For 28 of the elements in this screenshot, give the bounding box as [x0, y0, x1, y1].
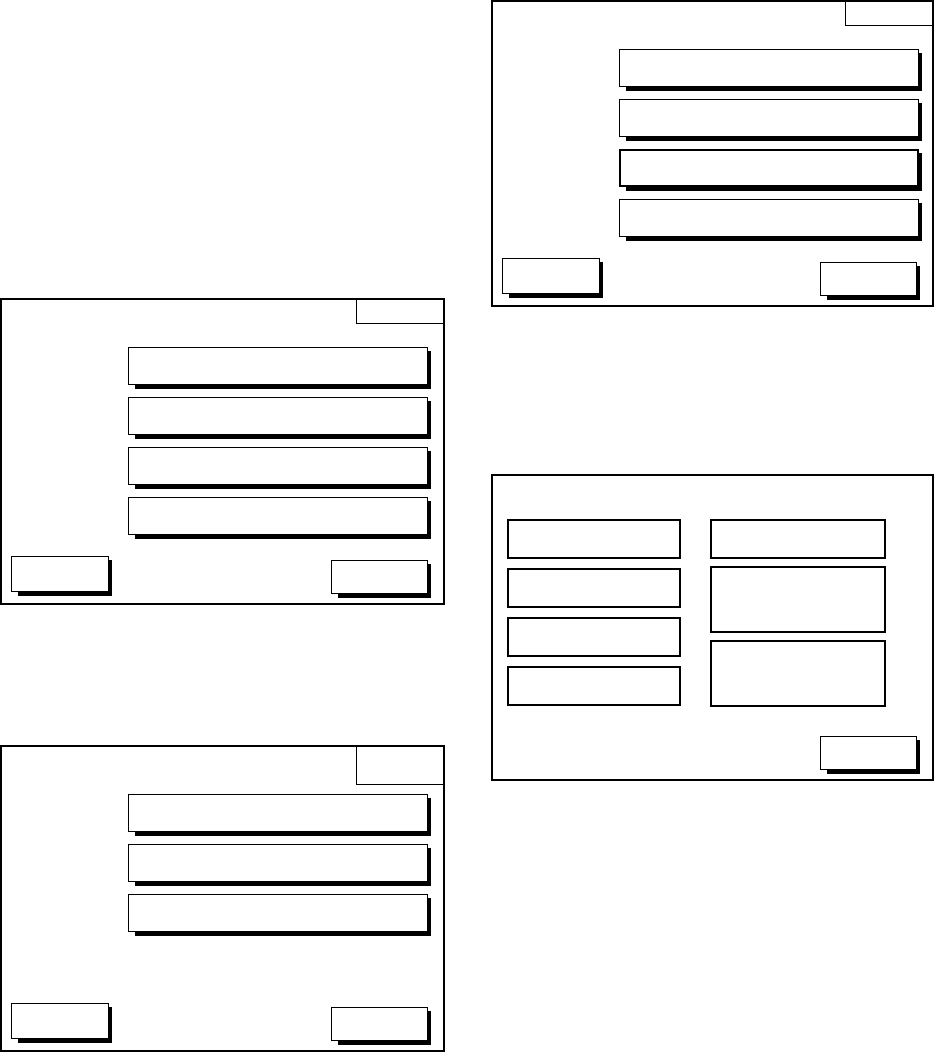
option-button[interactable]: [619, 199, 922, 241]
option-button[interactable]: [128, 894, 431, 936]
menu-button[interactable]: [507, 568, 681, 608]
menu-button[interactable]: [710, 640, 886, 707]
menu-button[interactable]: [710, 519, 886, 559]
option-button[interactable]: [128, 794, 431, 836]
footer-button[interactable]: [331, 560, 431, 598]
menu-button[interactable]: [710, 566, 886, 633]
corner-tab[interactable]: [356, 747, 443, 785]
option-button[interactable]: [128, 397, 431, 439]
footer-button[interactable]: [820, 262, 920, 300]
corner-tab[interactable]: [845, 2, 932, 26]
corner-tab[interactable]: [356, 300, 443, 324]
menu-button[interactable]: [507, 519, 681, 559]
footer-button[interactable]: [820, 736, 920, 774]
option-button[interactable]: [128, 447, 431, 489]
menu-button[interactable]: [507, 666, 681, 706]
menu-button[interactable]: [507, 617, 681, 657]
option-button[interactable]: [619, 49, 922, 91]
option-button[interactable]: [128, 497, 431, 539]
option-button[interactable]: [619, 99, 922, 141]
option-button[interactable]: [128, 347, 431, 389]
footer-button[interactable]: [502, 258, 603, 298]
footer-button[interactable]: [11, 556, 112, 596]
option-button[interactable]: [619, 149, 922, 191]
footer-button[interactable]: [11, 1003, 112, 1043]
footer-button[interactable]: [331, 1007, 431, 1045]
option-button[interactable]: [128, 844, 431, 886]
